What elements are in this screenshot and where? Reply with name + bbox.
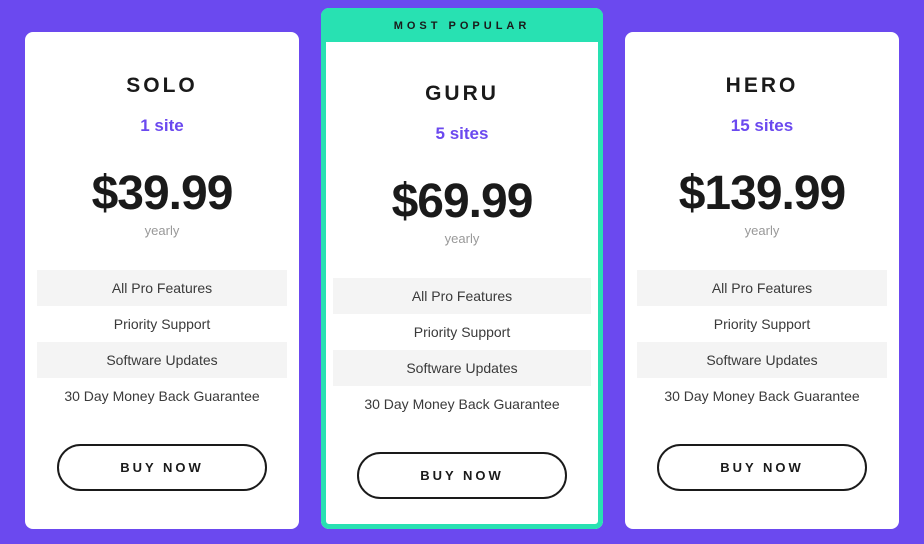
feature-item: 30 Day Money Back Guarantee xyxy=(333,386,591,422)
feature-list: All Pro Features Priority Support Softwa… xyxy=(333,278,591,422)
buy-now-button[interactable]: BUY NOW xyxy=(357,452,567,499)
feature-list: All Pro Features Priority Support Softwa… xyxy=(37,270,287,414)
plan-sites: 5 sites xyxy=(333,124,591,144)
pricing-card-solo: SOLO 1 site $39.99 yearly All Pro Featur… xyxy=(25,32,299,529)
feature-item: Software Updates xyxy=(637,342,887,378)
feature-item: Priority Support xyxy=(637,306,887,342)
feature-list: All Pro Features Priority Support Softwa… xyxy=(637,270,887,414)
pricing-container: SOLO 1 site $39.99 yearly All Pro Featur… xyxy=(0,8,924,529)
plan-price: $39.99 xyxy=(37,166,287,221)
feature-item: All Pro Features xyxy=(333,278,591,314)
plan-sites: 1 site xyxy=(37,116,287,136)
pricing-card-guru: MOST POPULAR GURU 5 sites $69.99 yearly … xyxy=(321,8,603,529)
plan-name: SOLO xyxy=(37,74,287,98)
plan-period: yearly xyxy=(333,231,591,246)
feature-item: 30 Day Money Back Guarantee xyxy=(637,378,887,414)
feature-item: 30 Day Money Back Guarantee xyxy=(37,378,287,414)
plan-sites: 15 sites xyxy=(637,116,887,136)
plan-period: yearly xyxy=(637,223,887,238)
pricing-card-hero: HERO 15 sites $139.99 yearly All Pro Fea… xyxy=(625,32,899,529)
feature-item: All Pro Features xyxy=(637,270,887,306)
buy-now-button[interactable]: BUY NOW xyxy=(57,444,267,491)
most-popular-badge: MOST POPULAR xyxy=(321,8,603,42)
feature-item: All Pro Features xyxy=(37,270,287,306)
plan-name: HERO xyxy=(637,74,887,98)
buy-now-button[interactable]: BUY NOW xyxy=(657,444,867,491)
plan-period: yearly xyxy=(37,223,287,238)
plan-price: $69.99 xyxy=(333,174,591,229)
feature-item: Software Updates xyxy=(333,350,591,386)
plan-price: $139.99 xyxy=(637,166,887,221)
plan-name: GURU xyxy=(333,82,591,106)
feature-item: Priority Support xyxy=(333,314,591,350)
feature-item: Priority Support xyxy=(37,306,287,342)
feature-item: Software Updates xyxy=(37,342,287,378)
